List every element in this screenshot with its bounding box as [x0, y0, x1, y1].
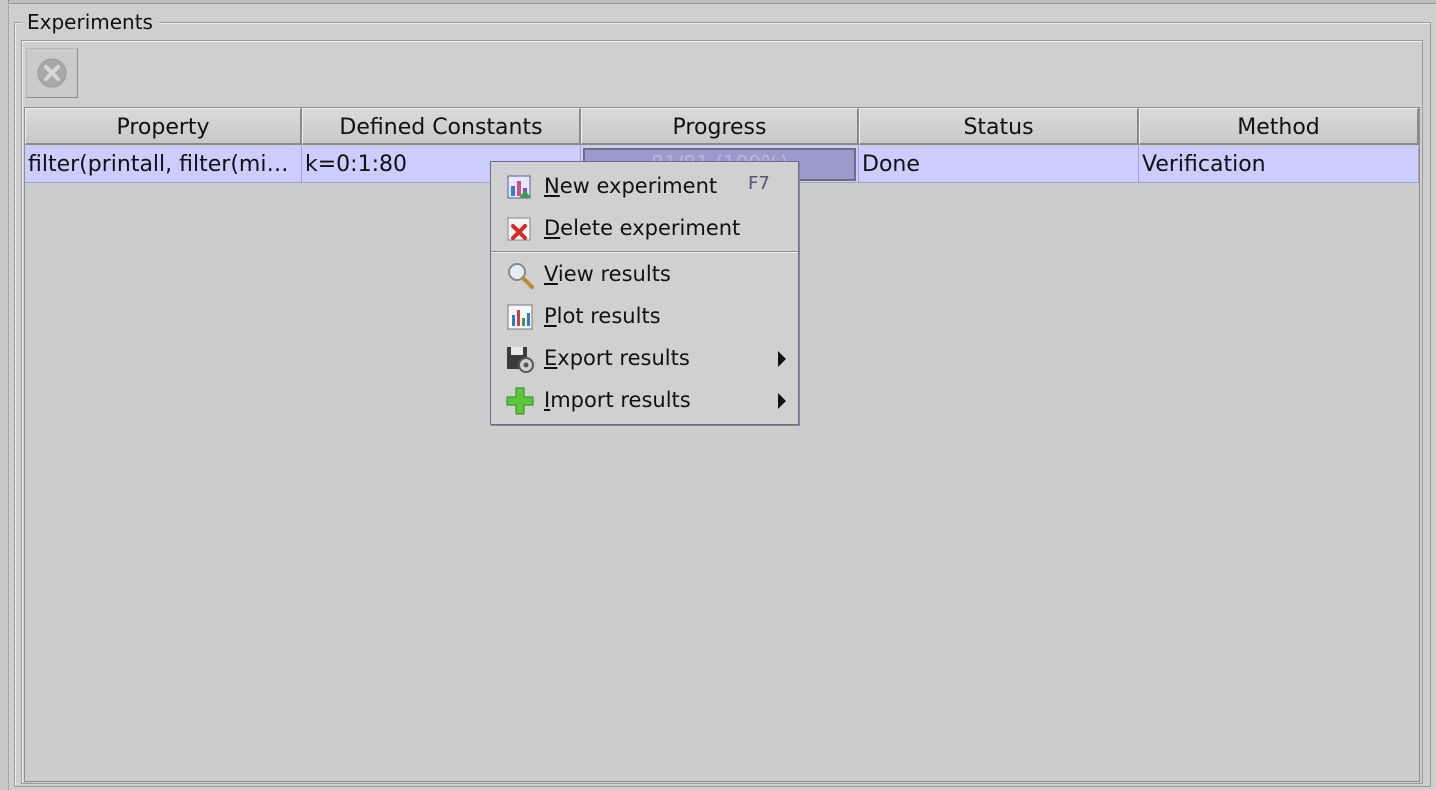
menu-item-export-results[interactable]: Export results [491, 338, 798, 378]
menu-item-new-experiment[interactable]: New experiment F7 [491, 166, 798, 206]
mnemonic: N [544, 174, 560, 198]
export-disk-icon [507, 347, 534, 373]
table-header: Property Defined Constants Progress Stat… [25, 108, 1419, 145]
stop-experiment-button[interactable] [26, 48, 78, 98]
magnifier-icon [508, 263, 534, 289]
accelerator-text: F7 [748, 173, 770, 194]
column-header-status[interactable]: Status [859, 108, 1139, 145]
split-pane-divider[interactable] [0, 0, 9, 790]
menu-item-label: elete experiment [560, 216, 741, 240]
delete-icon [507, 217, 531, 241]
menu-item-plot-results[interactable]: Plot results [491, 296, 798, 336]
cell-property[interactable]: filter(printall, filter(mi… [25, 146, 302, 183]
menu-item-view-results[interactable]: View results [491, 254, 798, 294]
bar-chart-icon [507, 304, 533, 330]
window-top-edge [0, 0, 1436, 4]
mnemonic: P [544, 304, 557, 328]
new-experiment-icon [507, 175, 531, 199]
menu-item-label: ew experiment [559, 174, 718, 198]
cell-method[interactable]: Verification [1139, 146, 1419, 183]
column-header-progress[interactable]: Progress [581, 108, 859, 145]
column-header-method[interactable]: Method [1139, 108, 1419, 145]
cell-status[interactable]: Done [859, 146, 1139, 183]
menu-item-label: lot results [556, 304, 661, 328]
mnemonic: D [544, 216, 561, 240]
menu-item-label: mport results [550, 388, 691, 412]
menu-item-label: iew results [557, 262, 671, 286]
mnemonic: V [544, 262, 558, 286]
plus-icon [506, 387, 534, 415]
menu-separator [491, 251, 798, 253]
menu-item-import-results[interactable]: Import results [491, 380, 798, 420]
menu-item-label: xport results [557, 346, 690, 370]
column-header-defined-constants[interactable]: Defined Constants [302, 108, 581, 145]
stop-circle-icon [37, 58, 67, 88]
panel-title: Experiments [21, 8, 159, 36]
submenu-arrow-icon [778, 351, 786, 367]
column-header-property[interactable]: Property [25, 108, 302, 145]
submenu-arrow-icon [778, 393, 786, 409]
menu-item-delete-experiment[interactable]: Delete experiment [491, 208, 798, 248]
mnemonic: E [544, 346, 558, 370]
context-menu: New experiment F7 Delete experiment View… [490, 161, 799, 425]
